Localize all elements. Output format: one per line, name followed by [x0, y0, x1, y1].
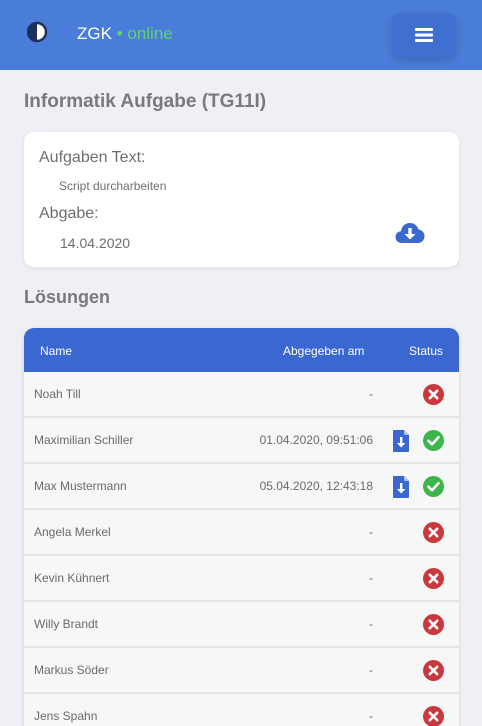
table-row[interactable]: Markus Söder -: [24, 648, 459, 694]
page-title: Informatik Aufgabe (TG11I): [24, 91, 267, 112]
brand-name: ZGK: [77, 24, 112, 43]
due-date-value: 14.04.2020: [60, 235, 131, 251]
student-name: Willy Brandt: [34, 617, 99, 631]
task-text-label: Aufgaben Text:: [39, 149, 146, 166]
submitted-at: 05.04.2020, 12:43:18: [259, 479, 373, 493]
table-row[interactable]: Angela Merkel -: [24, 510, 459, 556]
table-row[interactable]: Maximilian Schiller 01.04.2020, 09:51:06: [24, 418, 459, 464]
status-text: online: [127, 24, 173, 43]
x-circle-icon: [423, 614, 444, 635]
submitted-at: 01.04.2020, 09:51:06: [259, 433, 373, 447]
student-name: Markus Söder: [34, 663, 109, 677]
student-name: Noah Till: [34, 387, 81, 401]
status-dot: •: [116, 24, 123, 43]
submitted-at: -: [369, 709, 373, 723]
table-row[interactable]: Noah Till -: [24, 372, 459, 418]
x-circle-icon: [423, 568, 444, 589]
student-name: Jens Spahn: [34, 709, 98, 723]
student-name: Max Mustermann: [34, 479, 127, 493]
submitted-at: -: [369, 663, 373, 677]
submitted-at: -: [369, 617, 373, 631]
check-circle-icon: [423, 430, 444, 451]
table-row[interactable]: Willy Brandt -: [24, 602, 459, 648]
file-download-icon[interactable]: [393, 476, 409, 498]
x-circle-icon: [423, 706, 444, 726]
assignment-card: Aufgaben Text: Script durcharbeiten Abga…: [24, 132, 459, 267]
table-row[interactable]: Max Mustermann 05.04.2020, 12:43:18: [24, 464, 459, 510]
submitted-at: -: [369, 525, 373, 539]
cloud-download-icon[interactable]: [395, 222, 425, 244]
submitted-at: -: [369, 387, 373, 401]
solutions-title: Lösungen: [24, 287, 110, 307]
check-circle-icon: [423, 476, 444, 497]
column-header-submitted[interactable]: Abgegeben am: [283, 344, 364, 358]
x-circle-icon: [423, 522, 444, 543]
table-header: Name Abgegeben am Status: [24, 328, 459, 372]
column-header-status[interactable]: Status: [409, 344, 443, 358]
solutions-table: Name Abgegeben am Status Noah Till - Maxim…: [24, 328, 459, 726]
task-text-value: Script durcharbeiten: [59, 179, 167, 193]
brand[interactable]: ZGK • online: [77, 24, 173, 44]
file-download-icon[interactable]: [393, 430, 409, 452]
student-name: Angela Merkel: [34, 525, 111, 539]
student-name: Maximilian Schiller: [34, 433, 134, 447]
table-row[interactable]: Jens Spahn -: [24, 694, 459, 726]
half-circle-contrast-icon[interactable]: [26, 21, 48, 43]
table-row[interactable]: Kevin Kühnert -: [24, 556, 459, 602]
top-navbar: ZGK • online: [0, 0, 482, 70]
x-circle-icon: [423, 660, 444, 681]
due-date-label: Abgabe:: [39, 205, 99, 222]
column-header-name[interactable]: Name: [40, 344, 72, 358]
student-name: Kevin Kühnert: [34, 571, 110, 585]
submitted-at: -: [369, 571, 373, 585]
hamburger-menu-icon: [415, 28, 433, 42]
x-circle-icon: [423, 384, 444, 405]
menu-button[interactable]: [392, 13, 456, 57]
